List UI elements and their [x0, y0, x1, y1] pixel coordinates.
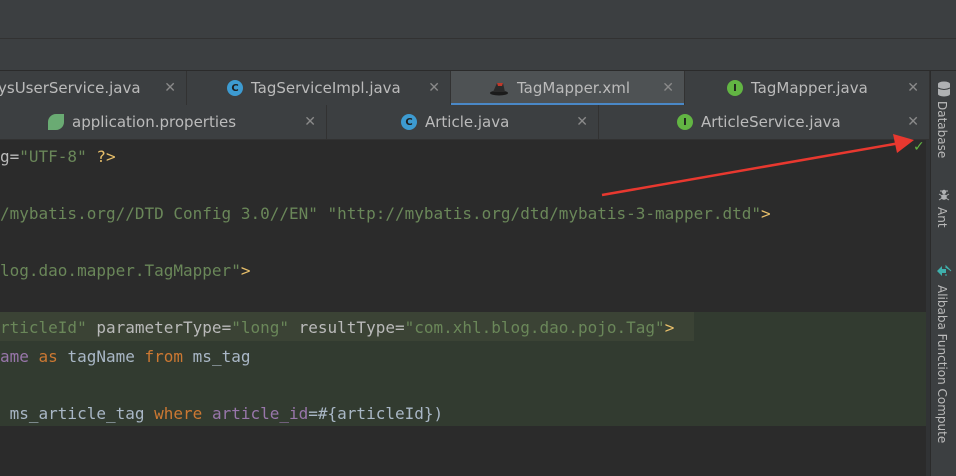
close-icon[interactable]: ✕ — [164, 80, 176, 96]
editor-tabs-row-2: application.properties ✕ C Article.java … — [0, 105, 930, 140]
interface-icon: I — [727, 80, 743, 96]
interface-icon: I — [677, 114, 693, 130]
code-line-2: /mybatis.org//DTD Config 3.0//EN" "http:… — [0, 204, 771, 223]
close-icon[interactable]: ✕ — [576, 114, 588, 130]
class-icon: C — [227, 80, 243, 96]
navigation-bar — [0, 39, 956, 71]
class-icon: C — [401, 114, 417, 130]
code-line-5: ame as tagName from ms_tag — [0, 347, 251, 366]
close-icon[interactable]: ✕ — [304, 114, 316, 130]
database-tool-label[interactable]: Database — [935, 101, 949, 158]
tab-article-java[interactable]: C Article.java ✕ — [327, 105, 599, 139]
code-line-3: log.dao.mapper.TagMapper"> — [0, 261, 251, 280]
spring-leaf-icon — [48, 114, 64, 130]
tab-sysuserservice[interactable]: ysUserService.java ✕ — [0, 71, 187, 105]
close-icon[interactable]: ✕ — [907, 114, 919, 130]
close-icon[interactable]: ✕ — [428, 80, 440, 96]
close-icon[interactable]: ✕ — [662, 80, 674, 96]
editor-tabs-row-1: ysUserService.java ✕ C TagServiceImpl.ja… — [0, 71, 930, 106]
tab-tagmapper-java[interactable]: I TagMapper.java ✕ — [685, 71, 930, 105]
code-line-6: ms_article_tag where article_id=#{articl… — [0, 404, 444, 423]
tab-label: ArticleService.java — [701, 113, 841, 131]
tab-application-properties[interactable]: application.properties ✕ — [0, 105, 327, 139]
inspection-ok-icon: ✓ — [913, 139, 925, 155]
tab-tagserviceimpl[interactable]: C TagServiceImpl.java ✕ — [187, 71, 451, 105]
tab-label: TagServiceImpl.java — [251, 79, 401, 97]
ant-icon[interactable] — [937, 187, 951, 206]
code-editor[interactable]: g="UTF-8" ?> /mybatis.org//DTD Config 3.… — [0, 140, 926, 476]
title-bar — [0, 0, 956, 39]
tab-tagmapper-xml[interactable]: TagMapper.xml ✕ — [451, 71, 685, 106]
tab-label: TagMapper.java — [751, 79, 868, 97]
tab-label: Article.java — [425, 113, 510, 131]
alibaba-cloud-icon[interactable] — [936, 263, 952, 282]
mybatis-icon — [489, 80, 509, 96]
close-icon[interactable]: ✕ — [907, 80, 919, 96]
code-line-1: g="UTF-8" ?> — [0, 147, 116, 166]
alibaba-tool-label[interactable]: Alibaba Function Compute — [935, 285, 949, 443]
right-tool-bar: Database Ant Alibaba Function Compute — [930, 71, 956, 476]
tab-articleservice-java[interactable]: I ArticleService.java ✕ — [599, 105, 930, 139]
tab-label: application.properties — [72, 113, 237, 131]
tab-label: ysUserService.java — [0, 79, 141, 97]
code-line-4: rticleId" parameterType="long" resultTyp… — [0, 318, 675, 337]
database-icon[interactable] — [937, 81, 951, 101]
tab-label: TagMapper.xml — [517, 79, 631, 97]
ant-tool-label[interactable]: Ant — [935, 207, 949, 228]
